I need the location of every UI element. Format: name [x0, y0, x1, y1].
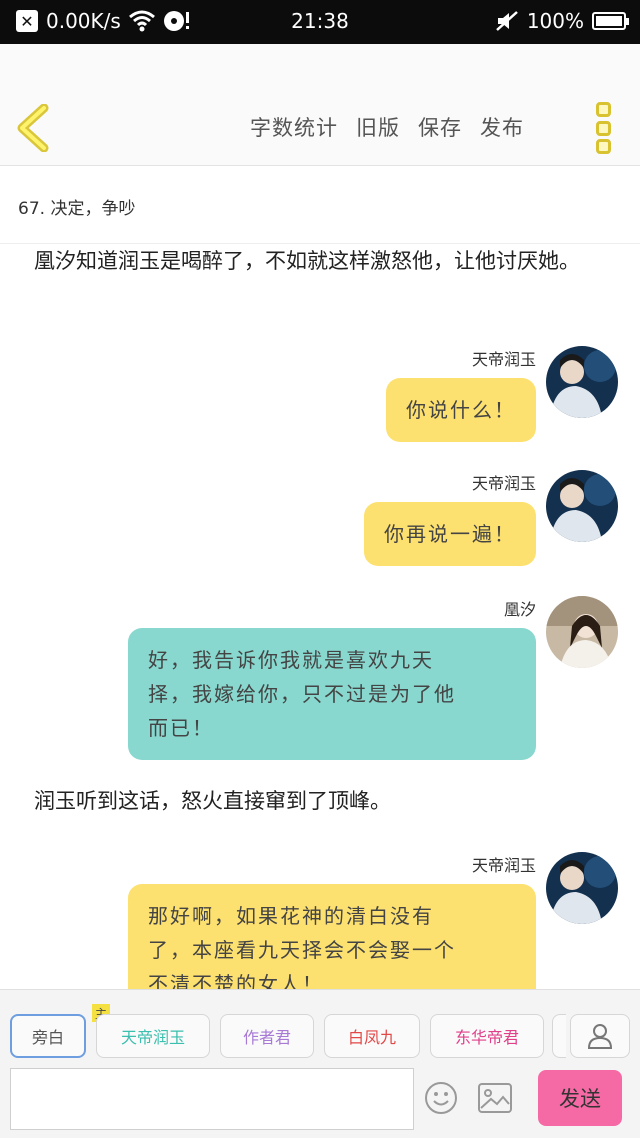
manage-roles-button[interactable]	[570, 1014, 630, 1058]
avatar-image	[546, 852, 618, 924]
more-dot-icon	[596, 120, 611, 136]
send-button[interactable]: 发送	[538, 1070, 622, 1126]
word-count-button[interactable]: 字数统计	[250, 112, 338, 142]
role-chip-donghua[interactable]: 东华帝君	[430, 1014, 544, 1058]
more-dot-icon	[596, 102, 611, 117]
insert-image-button[interactable]	[478, 1083, 512, 1113]
role-label: 白凤九	[347, 1028, 396, 1047]
more-menu-button[interactable]	[596, 102, 616, 154]
role-label: 作者君	[242, 1028, 291, 1047]
chapter-title-bar[interactable]: 67. 决定，争吵	[0, 166, 640, 244]
avatar-runyu[interactable]	[546, 346, 618, 418]
battery-icon	[592, 12, 629, 30]
chat-line: 择，我嫁给你，只不过是为了他	[148, 682, 456, 706]
chat-bubble[interactable]: 你说什么！	[386, 378, 536, 442]
role-label: 天帝润玉	[120, 1028, 185, 1047]
old-version-button[interactable]: 旧版	[356, 112, 400, 142]
composer-bar: 旁白 主 天帝润玉 作者君 白凤九 东华帝君 发送	[0, 989, 640, 1138]
chat-line: 了，本座看九天择会不会娶一个	[148, 938, 456, 962]
publish-button[interactable]: 发布	[480, 112, 524, 142]
more-dot-icon	[596, 139, 611, 154]
chat-bubble[interactable]: 你再说一遍！	[364, 502, 536, 566]
chat-bubble[interactable]: 那好啊，如果花神的清白没有 了，本座看九天择会不会娶一个 不清不楚的女人！	[128, 884, 536, 989]
message-input[interactable]	[10, 1068, 414, 1130]
chat-line: 不清不楚的女人！	[148, 972, 324, 989]
status-bar: ✕ 0.00K/s 21:38 100%	[0, 0, 640, 44]
chapter-title: 67. 决定，争吵	[18, 199, 136, 219]
image-icon	[478, 1083, 512, 1113]
back-button[interactable]	[14, 103, 54, 153]
chat-line: 你说什么！	[406, 398, 516, 422]
speaker-name: 凰汐	[503, 600, 536, 619]
story-content[interactable]: 凰汐知道润玉是喝醉了，不如就这样激怒他，让他讨厌她。 天帝润玉 你说什么！ 天帝…	[0, 244, 640, 989]
role-chip-author[interactable]: 作者君	[220, 1014, 314, 1058]
save-button[interactable]: 保存	[418, 112, 462, 142]
chat-line: 而已！	[148, 716, 214, 740]
battery-percent: 100%	[526, 9, 584, 33]
avatar-runyu[interactable]	[546, 852, 618, 924]
avatar-huangxi[interactable]	[546, 596, 618, 668]
role-chip-baifengjiu[interactable]: 白凤九	[324, 1014, 420, 1058]
avatar-image	[546, 346, 618, 418]
role-chip-narrator[interactable]: 旁白	[10, 1014, 86, 1058]
chevron-left-icon	[17, 103, 49, 153]
speaker-name: 天帝润玉	[471, 350, 536, 369]
chat-bubble[interactable]: 好，我告诉你我就是喜欢九天 择，我嫁给你，只不过是为了他 而已！	[128, 628, 536, 760]
emoji-button[interactable]	[424, 1081, 458, 1115]
role-label: 旁白	[31, 1028, 64, 1047]
narration-text: 凰汐知道润玉是喝醉了，不如就这样激怒他，让他讨厌她。	[34, 249, 580, 273]
speaker-name: 天帝润玉	[471, 856, 536, 875]
avatar-image	[546, 596, 618, 668]
chat-line: 那好啊，如果花神的清白没有	[148, 904, 434, 928]
avatar-runyu[interactable]	[546, 470, 618, 542]
person-icon	[587, 1024, 613, 1049]
send-label: 发送	[559, 1087, 601, 1111]
smiley-icon	[425, 1082, 457, 1114]
chat-line: 你再说一遍！	[384, 522, 516, 546]
role-chip-partial[interactable]	[552, 1014, 566, 1058]
mute-icon	[495, 11, 518, 31]
narration-text: 润玉听到这话，怒火直接窜到了顶峰。	[34, 789, 391, 813]
role-chip-runyu[interactable]: 天帝润玉	[96, 1014, 210, 1058]
editor-toolbar: 字数统计 旧版 保存 发布	[0, 44, 640, 166]
chat-line: 好，我告诉你我就是喜欢九天	[148, 648, 434, 672]
avatar-image	[546, 470, 618, 542]
speaker-name: 天帝润玉	[471, 474, 536, 493]
role-label: 东华帝君	[454, 1028, 519, 1047]
